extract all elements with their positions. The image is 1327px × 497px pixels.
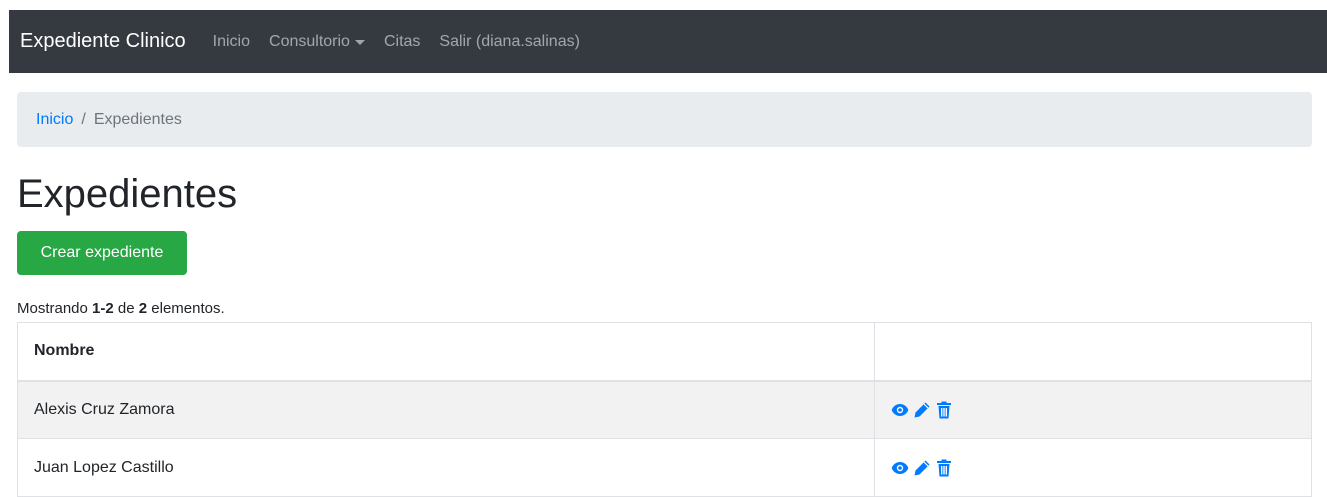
view-icon[interactable]: [891, 401, 909, 419]
view-icon[interactable]: [891, 459, 909, 477]
edit-icon[interactable]: [913, 401, 931, 419]
table-row: Alexis Cruz Zamora: [17, 380, 1312, 439]
results-summary: Mostrando 1-2 de 2 elementos.: [17, 300, 225, 317]
top-navbar: Expediente Clinico Inicio Consultorio Ci…: [9, 10, 1327, 73]
caret-down-icon: [354, 40, 365, 45]
cell-name: Alexis Cruz Zamora: [17, 380, 875, 439]
row-actions: [891, 459, 1295, 477]
nav-item-inicio[interactable]: Inicio: [213, 33, 250, 51]
expedientes-table: Nombre Alexis Cruz Zamora Juan Lopez Cas…: [17, 322, 1312, 497]
nav-item-consultorio-label: Consultorio: [269, 32, 350, 50]
navbar-brand[interactable]: Expediente Clinico: [20, 30, 186, 53]
table-header-row: Nombre: [17, 322, 1312, 382]
nav-item-salir[interactable]: Salir (diana.salinas): [439, 33, 580, 51]
nav-item-consultorio[interactable]: Consultorio: [269, 33, 365, 51]
column-header-nombre[interactable]: Nombre: [17, 322, 875, 382]
edit-icon[interactable]: [913, 459, 931, 477]
summary-prefix: Mostrando: [17, 300, 88, 317]
column-header-actions: [874, 322, 1312, 382]
page-title: Expedientes: [17, 172, 238, 216]
cell-actions: [874, 380, 1312, 439]
breadcrumb-separator: /: [81, 110, 86, 128]
delete-icon[interactable]: [935, 459, 953, 477]
breadcrumb-home-link[interactable]: Inicio: [36, 111, 73, 129]
breadcrumb: Inicio / Expedientes: [17, 92, 1312, 147]
row-actions: [891, 401, 1295, 419]
summary-total: 2: [138, 300, 148, 317]
summary-range: 1-2: [92, 300, 114, 317]
summary-suffix: elementos.: [151, 300, 225, 317]
nav-item-citas[interactable]: Citas: [384, 33, 420, 51]
breadcrumb-current: Expedientes: [93, 110, 182, 128]
summary-middle: de: [117, 300, 135, 317]
create-expediente-button[interactable]: Crear expediente: [17, 231, 187, 275]
delete-icon[interactable]: [935, 401, 953, 419]
